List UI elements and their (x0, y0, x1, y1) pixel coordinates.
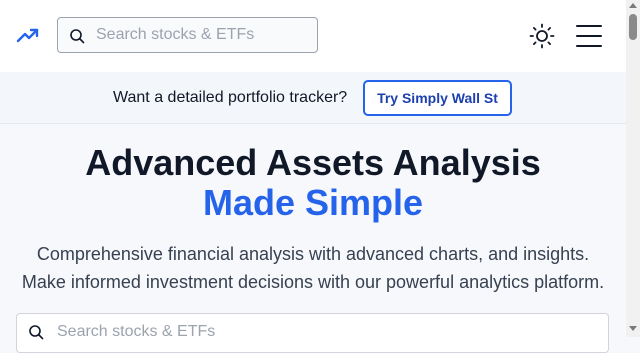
hero-description: Comprehensive financial analysis with ad… (0, 240, 626, 296)
hero-subtitle: Made Simple (202, 182, 424, 223)
scroll-up-arrow-icon[interactable] (629, 3, 637, 8)
scroll-down-arrow-icon[interactable] (629, 326, 637, 331)
hero-description-line-2: Make informed investment decisions with … (21, 272, 605, 292)
search-icon (70, 29, 85, 44)
main-search-input[interactable] (57, 314, 597, 350)
page-scrollbar[interactable] (626, 0, 640, 337)
scrollbar-thumb[interactable] (629, 14, 637, 40)
search-icon (29, 325, 44, 340)
hamburger-menu-icon[interactable] (576, 24, 602, 48)
header-search-input[interactable] (96, 18, 311, 52)
top-header (0, 0, 626, 72)
trending-up-icon[interactable] (16, 24, 40, 48)
banner-text: Want a detailed portfolio tracker? (113, 89, 348, 106)
hero-description-line-1: Comprehensive financial analysis with ad… (36, 244, 590, 264)
promo-banner: Want a detailed portfolio tracker? Try S… (0, 72, 626, 124)
sun-icon[interactable] (529, 23, 555, 49)
header-search-box[interactable] (57, 17, 318, 53)
main-search-box[interactable] (16, 313, 609, 353)
hero-title: Advanced Assets Analysis (85, 142, 541, 183)
try-simply-wall-st-button[interactable]: Try Simply Wall St (363, 80, 512, 116)
